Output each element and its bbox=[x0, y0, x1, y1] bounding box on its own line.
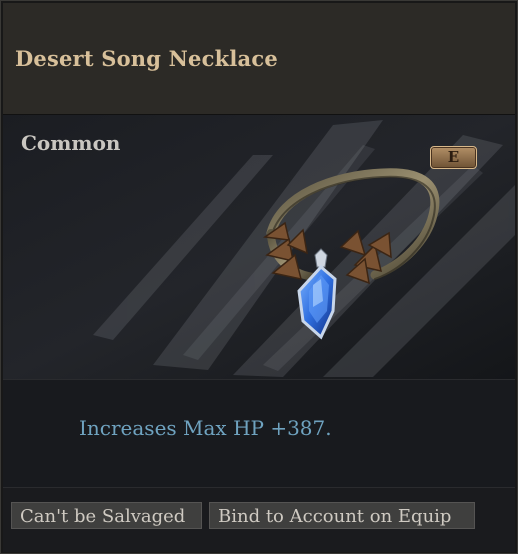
tooltip-header: Desert Song Necklace bbox=[3, 3, 515, 115]
item-name: Desert Song Necklace bbox=[15, 46, 278, 71]
keybind-badge[interactable]: E bbox=[430, 146, 477, 169]
item-rarity: Common bbox=[21, 131, 121, 155]
item-stats-panel: Increases Max HP +387. bbox=[3, 380, 515, 488]
salvage-tag: Can't be Salvaged bbox=[11, 502, 202, 529]
item-art-panel: Common E bbox=[3, 115, 515, 380]
bind-tag: Bind to Account on Equip bbox=[209, 502, 475, 529]
item-tags-footer: Can't be Salvaged Bind to Account on Equ… bbox=[3, 488, 515, 552]
stat-line-max-hp: Increases Max HP +387. bbox=[79, 416, 332, 440]
item-tooltip: Desert Song Necklace Common E Increases … bbox=[0, 0, 518, 554]
